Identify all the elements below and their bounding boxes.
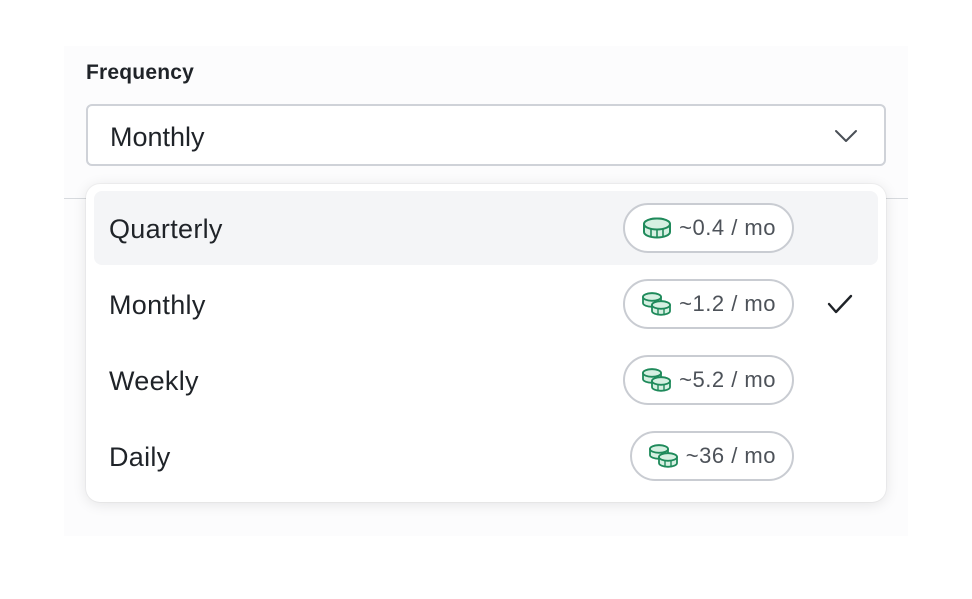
option-daily[interactable]: Daily ~36 / mo <box>94 419 878 493</box>
rate-text: ~1.2 / mo <box>679 291 776 316</box>
option-label: Monthly <box>109 290 206 320</box>
rate-badge: ~0.4 / mo <box>623 203 794 253</box>
option-weekly[interactable]: Weekly ~5.2 / mo <box>94 343 878 417</box>
frequency-dropdown-menu: Quarterly ~0.4 / mo Monthly ~1.2 / mo We… <box>86 184 886 502</box>
coins-stack-icon <box>642 368 672 392</box>
rate-badge: ~36 / mo <box>629 431 794 481</box>
option-label: Quarterly <box>109 214 223 244</box>
option-label: Daily <box>109 442 171 472</box>
option-quarterly[interactable]: Quarterly ~0.4 / mo <box>94 191 878 265</box>
checkmark-icon <box>827 294 853 314</box>
frequency-select[interactable]: Monthly <box>86 104 886 166</box>
coins-stack-icon <box>642 292 672 316</box>
option-monthly[interactable]: Monthly ~1.2 / mo <box>94 267 878 341</box>
rate-badge: ~1.2 / mo <box>623 279 794 329</box>
rate-badge: ~5.2 / mo <box>623 355 794 405</box>
selected-value: Monthly <box>110 122 205 152</box>
rate-text: ~5.2 / mo <box>679 367 776 392</box>
frequency-label: Frequency <box>86 61 194 84</box>
coins-stack-icon <box>648 444 678 468</box>
rate-text: ~0.4 / mo <box>679 215 776 240</box>
option-label: Weekly <box>109 366 199 396</box>
chevron-down-icon <box>835 130 857 142</box>
rate-text: ~36 / mo <box>685 443 776 468</box>
single-coin-icon <box>643 217 672 239</box>
